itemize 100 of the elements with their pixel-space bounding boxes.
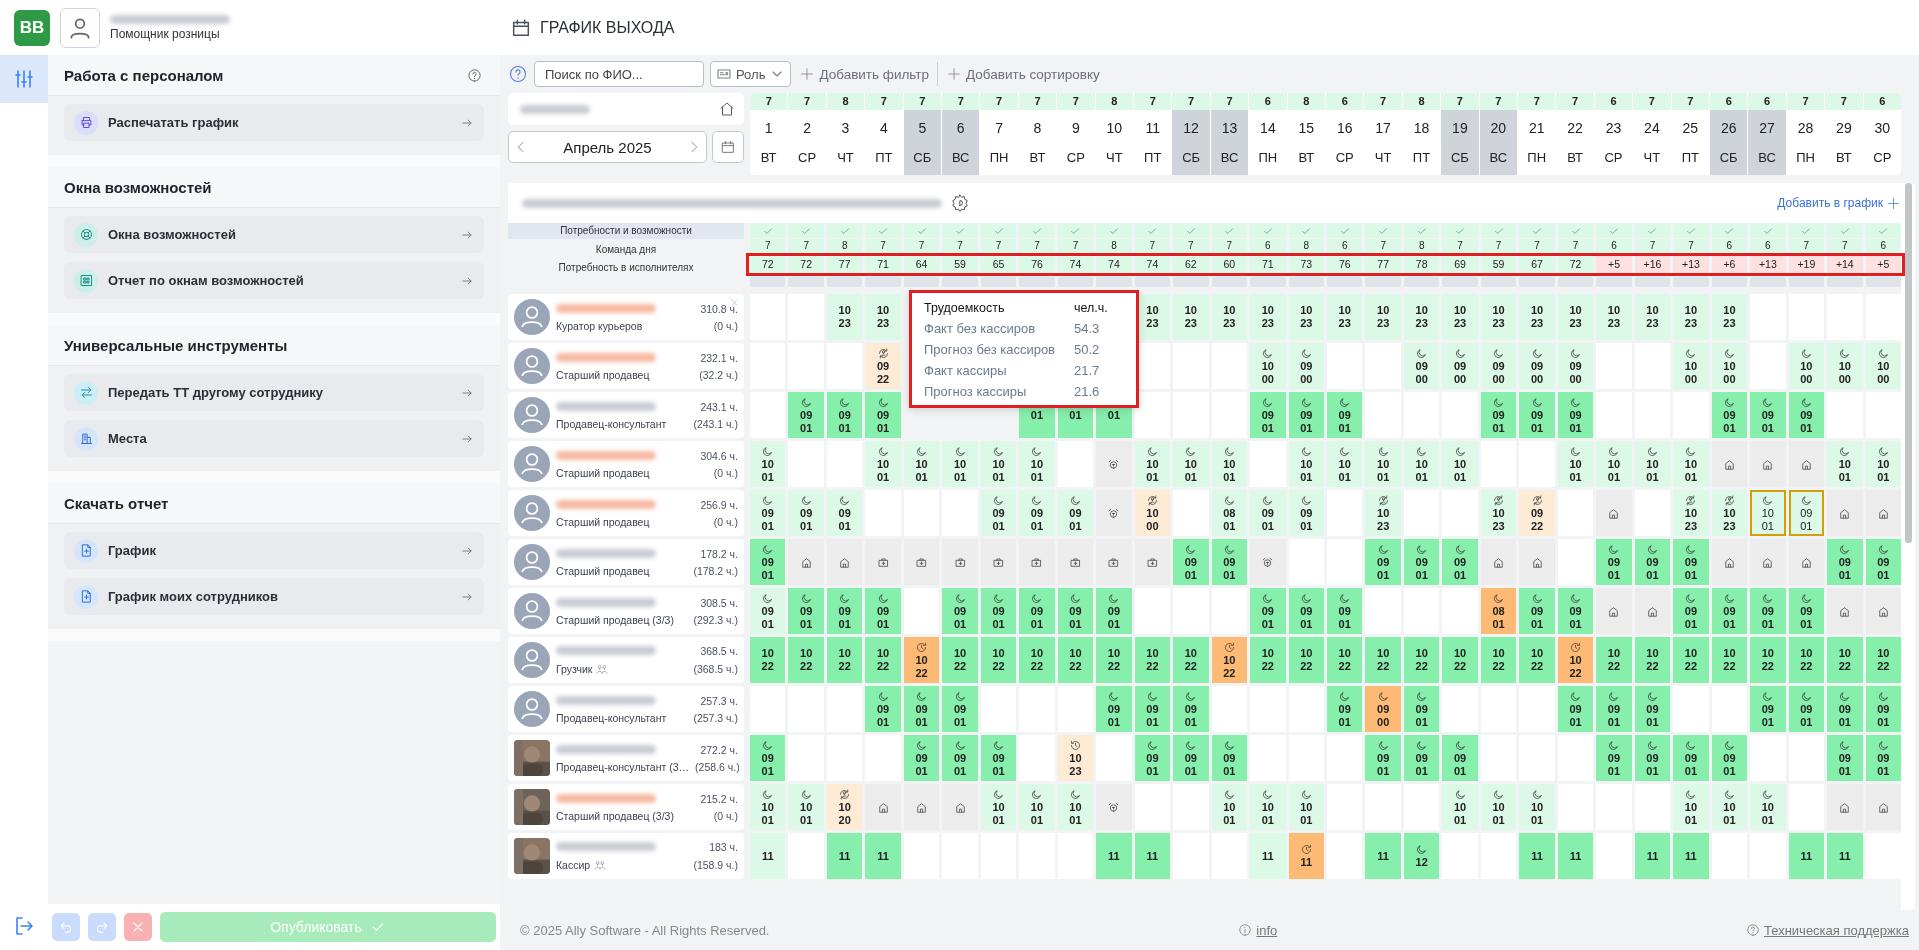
schedule-cell[interactable]: 09 01 xyxy=(1250,392,1286,438)
schedule-cell[interactable]: 10 01 xyxy=(1596,441,1632,487)
sidebar-item[interactable]: Распечатать график xyxy=(64,104,484,141)
schedule-cell[interactable]: 10 22 xyxy=(1288,637,1324,683)
schedule-cell[interactable]: 08 01 xyxy=(1480,588,1517,634)
store-field[interactable] xyxy=(508,93,744,125)
schedule-cell[interactable] xyxy=(1134,539,1171,585)
employee-card[interactable]: 243.1 ч. Продавец-консультант (243.1 ч.) xyxy=(508,392,744,438)
need-cell[interactable]: +16 xyxy=(1634,256,1671,273)
need-cell[interactable]: 76 xyxy=(1327,256,1363,273)
schedule-cell[interactable]: 10 22 xyxy=(1711,637,1748,683)
schedule-cell[interactable]: 09 00 xyxy=(1365,686,1401,732)
sidebar-item[interactable]: Отчет по окнам возможностей xyxy=(64,262,484,299)
schedule-cell[interactable]: 09 01 xyxy=(1134,735,1171,781)
schedule-cell[interactable]: 12 xyxy=(1403,833,1440,879)
employee-card[interactable]: 183 ч. Кассир (158.9 ч.) xyxy=(508,833,744,879)
need-cell[interactable]: 59 xyxy=(942,256,978,273)
schedule-cell[interactable]: 11 xyxy=(1096,833,1132,879)
schedule-cell[interactable]: 09 01 xyxy=(1211,539,1248,585)
schedule-cell[interactable]: 10 01 xyxy=(1019,441,1055,487)
schedule-cell[interactable]: 10 22 xyxy=(1211,637,1248,683)
schedule-cell[interactable] xyxy=(1096,490,1132,536)
need-cell[interactable]: +13 xyxy=(1673,256,1709,273)
schedule-cell[interactable]: 09 01 xyxy=(1365,735,1401,781)
schedule-cell[interactable]: 11 xyxy=(1673,833,1709,879)
schedule-cell[interactable]: 09 01 xyxy=(980,588,1017,634)
schedule-cell[interactable]: 09 01 xyxy=(750,539,786,585)
schedule-cell[interactable]: 09 01 xyxy=(1250,490,1286,536)
schedule-cell[interactable] xyxy=(1865,588,1901,634)
need-cell[interactable]: 59 xyxy=(1480,256,1517,273)
schedule-cell[interactable]: 10 23 xyxy=(1711,294,1748,340)
schedule-cell[interactable]: 09 01 xyxy=(1750,686,1786,732)
schedule-cell[interactable] xyxy=(826,539,863,585)
employee-card[interactable]: 232.1 ч. Старший продавец (32.2 ч.) xyxy=(508,343,744,389)
employee-card[interactable]: 308.5 ч. Старший продавец (3/3) (292.3 ч.) xyxy=(508,588,744,634)
schedule-cell[interactable]: 09 01 xyxy=(1750,588,1786,634)
schedule-cell[interactable]: 09 01 xyxy=(750,588,786,634)
schedule-cell[interactable]: 10 22 xyxy=(1634,637,1671,683)
sidebar-item[interactable]: Передать ТТ другому сотруднику xyxy=(64,374,484,411)
schedule-cell[interactable]: 09 01 xyxy=(1711,735,1748,781)
schedule-cell[interactable]: 09 01 xyxy=(1250,588,1286,634)
need-cell[interactable]: 77 xyxy=(826,256,863,273)
schedule-cell[interactable]: 09 01 xyxy=(1827,735,1863,781)
schedule-cell[interactable]: 09 01 xyxy=(1788,392,1825,438)
schedule-cell[interactable]: 10 22 xyxy=(1596,637,1632,683)
employee-card[interactable]: 368.5 ч. Грузчик (368.5 ч.) xyxy=(508,637,744,683)
schedule-cell[interactable]: 09 01 xyxy=(1288,490,1324,536)
schedule-cell[interactable]: 11 xyxy=(865,833,901,879)
schedule-cell[interactable]: 10 22 xyxy=(980,637,1017,683)
schedule-cell[interactable]: 10 01 xyxy=(788,784,824,830)
schedule-cell[interactable]: 09 01 xyxy=(1327,392,1363,438)
need-cell[interactable]: 62 xyxy=(1173,256,1209,273)
schedule-cell[interactable] xyxy=(1250,539,1286,585)
schedule-cell[interactable]: 10 01 xyxy=(1480,784,1517,830)
schedule-cell[interactable]: 10 23 xyxy=(1557,294,1594,340)
employee-card[interactable]: 256.9 ч. Старший продавец (0 ч.) xyxy=(508,490,744,536)
schedule-cell[interactable]: 09 00 xyxy=(1403,343,1440,389)
need-cell[interactable]: 74 xyxy=(1096,256,1132,273)
schedule-cell[interactable]: 10 23 xyxy=(1596,294,1632,340)
schedule-cell[interactable]: 09 01 xyxy=(1519,392,1555,438)
schedule-cell[interactable] xyxy=(865,784,901,830)
schedule-cell[interactable]: 09 01 xyxy=(1327,686,1363,732)
schedule-cell[interactable]: 09 01 xyxy=(1673,539,1709,585)
schedule-cell[interactable]: 10 23 xyxy=(1673,294,1709,340)
schedule-cell[interactable]: 09 01 xyxy=(1019,490,1055,536)
scrollbar[interactable] xyxy=(1905,183,1912,543)
schedule-cell[interactable]: 10 01 xyxy=(1557,441,1594,487)
need-cell[interactable]: 64 xyxy=(903,256,940,273)
schedule-cell[interactable] xyxy=(1057,539,1094,585)
schedule-cell[interactable]: 10 23 xyxy=(1365,490,1401,536)
schedule-cell[interactable] xyxy=(1019,539,1055,585)
schedule-cell[interactable]: 09 01 xyxy=(1827,686,1863,732)
schedule-cell[interactable]: 10 01 xyxy=(1442,784,1478,830)
schedule-cell[interactable] xyxy=(1596,490,1632,536)
schedule-cell[interactable]: 10 22 xyxy=(1788,637,1825,683)
schedule-cell[interactable]: 10 22 xyxy=(942,637,978,683)
schedule-cell[interactable]: 10 01 xyxy=(942,441,978,487)
need-cell[interactable]: +19 xyxy=(1788,256,1825,273)
schedule-cell[interactable]: 09 01 xyxy=(903,735,940,781)
schedule-cell[interactable]: 09 01 xyxy=(1442,539,1478,585)
schedule-cell[interactable]: 09 01 xyxy=(1173,735,1209,781)
schedule-cell[interactable]: 10 22 xyxy=(1750,637,1786,683)
schedule-cell[interactable]: 09 01 xyxy=(788,490,824,536)
schedule-cell[interactable]: 11 xyxy=(1250,833,1286,879)
schedule-cell[interactable]: 10 01 xyxy=(1173,441,1209,487)
schedule-cell[interactable] xyxy=(1865,490,1901,536)
schedule-cell[interactable]: 09 01 xyxy=(1327,588,1363,634)
schedule-cell[interactable] xyxy=(1480,539,1517,585)
need-cell[interactable]: +6 xyxy=(1711,256,1748,273)
schedule-cell[interactable]: 09 01 xyxy=(1211,735,1248,781)
need-cell[interactable]: 77 xyxy=(1365,256,1401,273)
user-avatar[interactable] xyxy=(60,7,100,48)
schedule-cell[interactable]: 09 01 xyxy=(1019,588,1055,634)
need-cell[interactable]: +14 xyxy=(1827,256,1863,273)
schedule-cell[interactable]: 09 01 xyxy=(826,490,863,536)
schedule-cell[interactable]: 10 01 xyxy=(1634,441,1671,487)
schedule-cell[interactable]: 10 00 xyxy=(1711,343,1748,389)
search-field[interactable]: Поиск по ФИО... xyxy=(534,61,704,87)
calendar-button[interactable] xyxy=(712,131,744,163)
schedule-cell[interactable]: 09 01 xyxy=(826,392,863,438)
